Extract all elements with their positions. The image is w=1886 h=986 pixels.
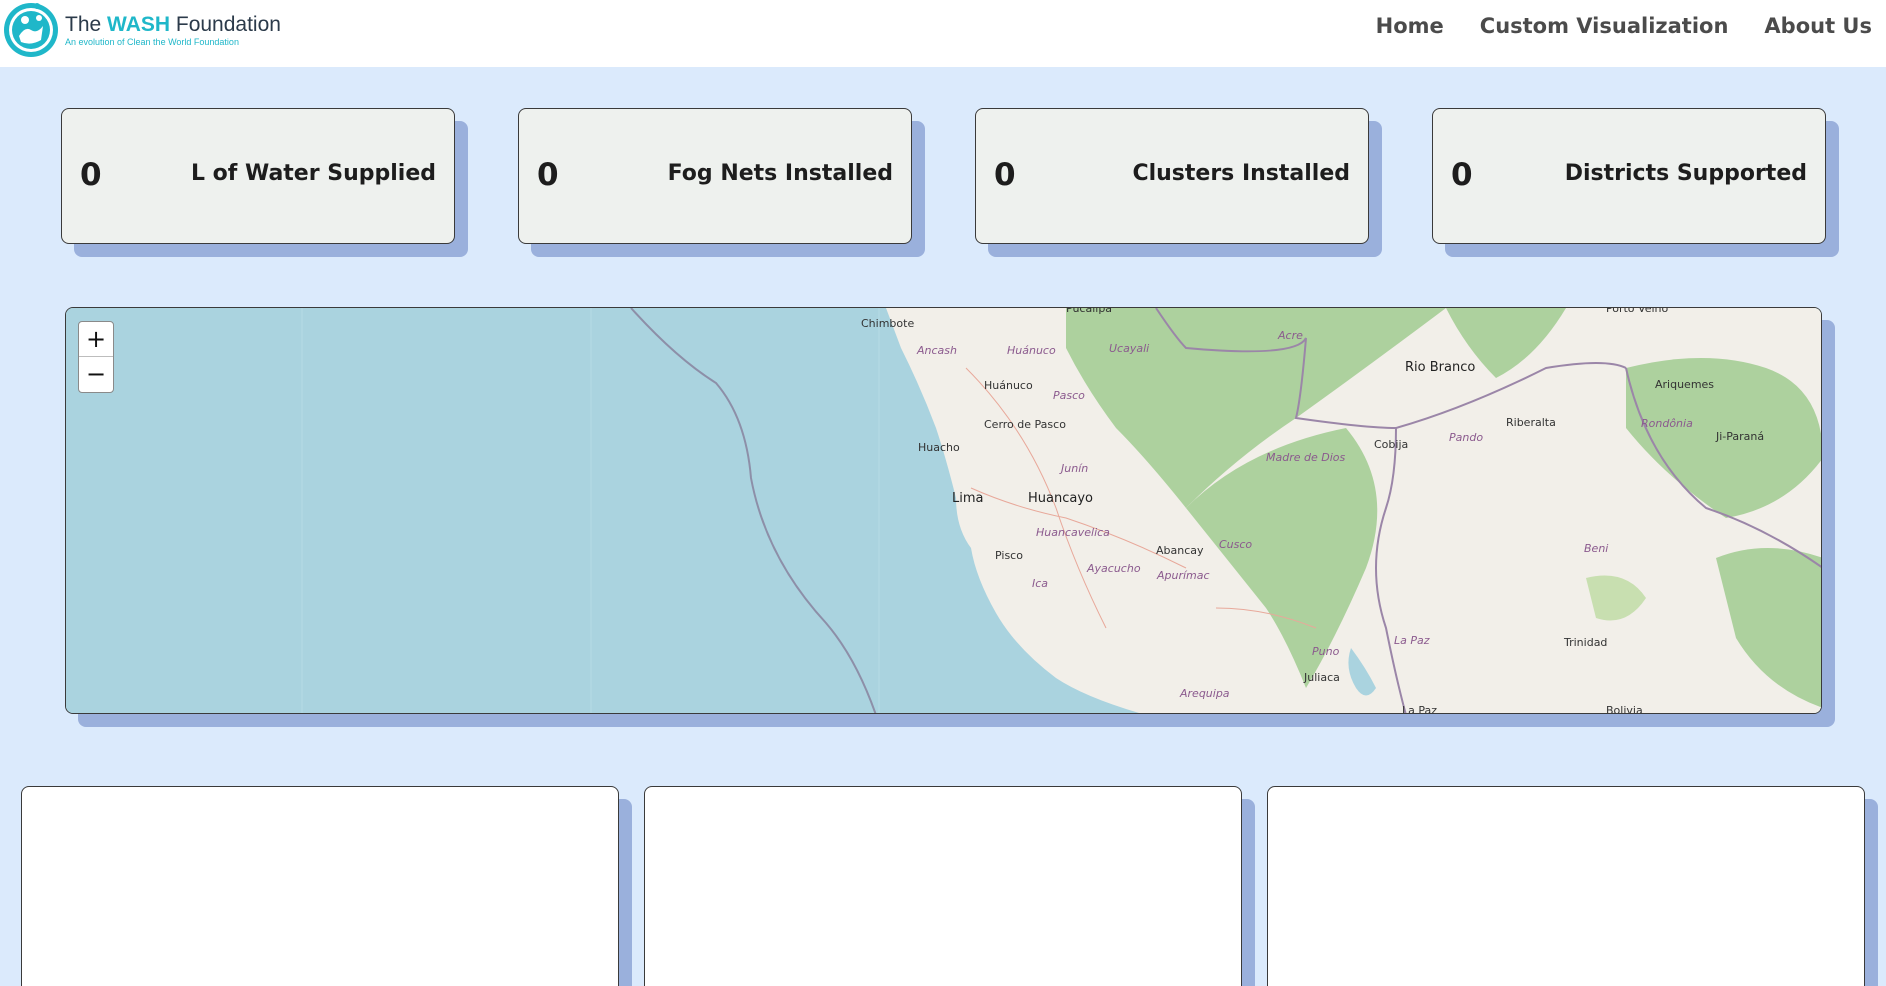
map-label: Abancay [1156,544,1204,557]
map-label: Beni [1584,542,1609,555]
stat-value: 0 [537,157,559,193]
map-label: Apurímac [1157,569,1210,582]
map-label: La Paz [1394,634,1430,647]
map-label: Lima [952,491,984,506]
nav-custom-visualization[interactable]: Custom Visualization [1480,14,1729,38]
wash-logo[interactable]: The WASH Foundation An evolution of Clea… [0,0,281,60]
map-tiles[interactable] [66,308,1822,714]
map-view[interactable]: + − Pucallpa Chimbote Ancash Huánuco Uca… [65,307,1822,714]
map-label: Juliaca [1304,671,1340,684]
map-label: Porto Velho [1606,307,1669,315]
map-label: Chimbote [861,317,915,330]
main-nav: Home Custom Visualization About Us [1376,14,1872,38]
logo-tagline: An evolution of Clean the World Foundati… [65,37,239,47]
stat-value: 0 [994,157,1016,193]
logo-title: The WASH Foundation [65,13,281,36]
zoom-in-button[interactable]: + [79,322,113,357]
map-label: Pisco [995,549,1023,562]
nav-home[interactable]: Home [1376,14,1444,38]
logo-text: The WASH Foundation An evolution of Clea… [65,13,281,47]
map-label: Ica [1032,577,1049,590]
nav-about-us[interactable]: About Us [1764,14,1872,38]
map-label: Pasco [1053,389,1085,402]
stat-card-water: 0 L of Water Supplied [61,108,455,244]
zoom-control: + − [78,321,114,393]
map-label: Trinidad [1564,636,1608,649]
map-label: Riberalta [1506,416,1556,429]
wash-logo-icon [4,3,58,57]
map-label: Puno [1312,645,1340,658]
chart-panel-2 [644,786,1242,986]
map-label: Madre de Dios [1266,451,1346,464]
zoom-out-button[interactable]: − [79,357,113,392]
map-label: Huacho [918,441,960,454]
map-label: Pando [1449,431,1484,444]
map-label: Huánuco [984,379,1033,392]
map-label: Acre [1278,329,1303,342]
map-label: Ucayali [1109,342,1150,355]
map-label: Cusco [1219,538,1253,551]
map-label: Rio Branco [1405,360,1476,375]
chart-panel-3 [1267,786,1865,986]
map-label: Ji-Paraná [1716,430,1765,443]
stat-card-fog-nets: 0 Fog Nets Installed [518,108,912,244]
map-label: Cerro de Pasco [984,418,1066,431]
map-label: Rondônia [1641,417,1693,430]
stat-value: 0 [1451,157,1473,193]
map-label: Ariquemes [1655,378,1715,391]
map-label: La Paz [1402,704,1438,714]
map-label: Huánuco [1007,344,1056,357]
stat-card-districts: 0 Districts Supported [1432,108,1826,244]
map-label: Ancash [917,344,957,357]
stat-label: Clusters Installed [1132,161,1350,186]
stat-card-clusters: 0 Clusters Installed [975,108,1369,244]
map-label: Pucallpa [1066,307,1113,315]
map-label: Huancavelica [1036,526,1110,539]
map-label: Huancayo [1028,491,1093,506]
map-label: Cobija [1374,438,1409,451]
stat-value: 0 [80,157,102,193]
chart-panel-1 [21,786,619,986]
map-label: Arequipa [1180,687,1230,700]
map-label: Bolivia [1606,704,1643,714]
stat-label: L of Water Supplied [190,161,436,186]
map-label: Junín [1061,462,1089,475]
top-header: The WASH Foundation An evolution of Clea… [0,0,1886,67]
map-label: Ayacucho [1087,562,1141,575]
stat-label: Districts Supported [1564,161,1807,186]
stat-label: Fog Nets Installed [667,161,893,186]
